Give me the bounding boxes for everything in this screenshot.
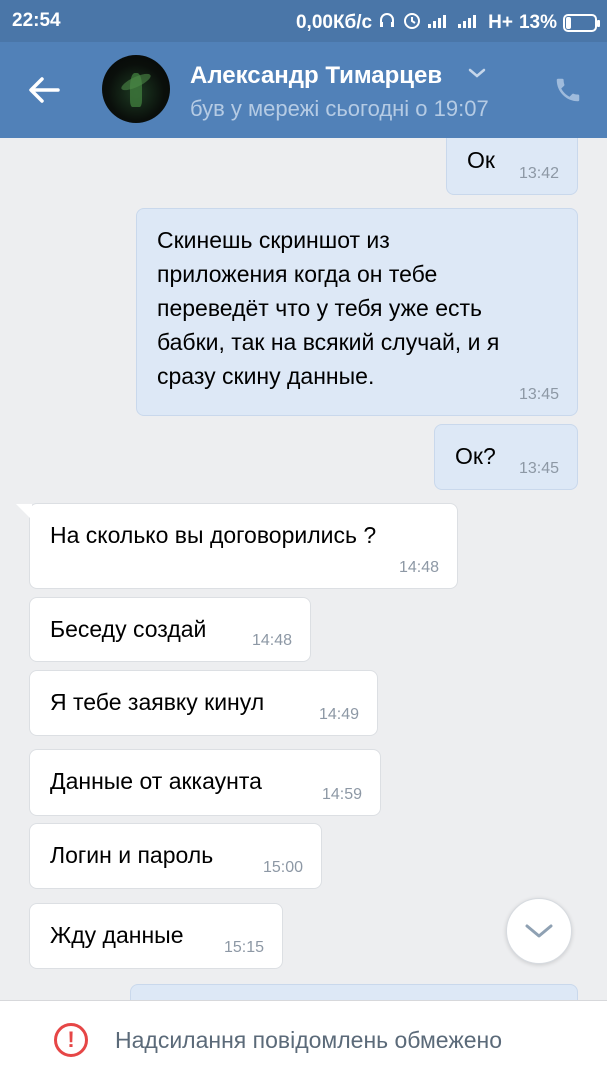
message-incoming[interactable]: Данные от аккаунта 14:59 <box>29 749 381 816</box>
bubble-tail <box>16 504 32 520</box>
message-time: 14:48 <box>398 559 439 576</box>
message-text: Данные от аккаунта <box>50 768 262 794</box>
chat-header: Александр Тимарцев був у мережі сьогодні… <box>0 42 607 138</box>
status-right: 0,00Кб/с H+ 13% <box>295 10 600 35</box>
phone-icon <box>556 78 580 102</box>
message-time: 13:45 <box>518 460 559 477</box>
back-button[interactable] <box>22 68 66 112</box>
network-speed: 0,00Кб/с <box>295 11 373 33</box>
warning-circle-icon: ! <box>54 1023 88 1057</box>
chevron-down-icon[interactable] <box>468 66 486 84</box>
status-bar: 22:54 0,00Кб/с H+ 13% <box>0 0 607 42</box>
message-text: Беседу создай <box>50 616 207 642</box>
restriction-text: Надсилання повідомлень обмежено <box>115 1027 502 1053</box>
message-text-line: Скинешь скриншот из <box>157 227 390 253</box>
back-arrow-icon <box>29 77 60 103</box>
message-text-line: сразу скину данные. <box>157 363 375 389</box>
message-time: 14:49 <box>318 706 359 723</box>
message-text: Логин и пароль <box>50 842 214 868</box>
message-outgoing[interactable]: Ок? 13:45 <box>434 424 578 490</box>
message-text: Жду данные <box>50 922 184 948</box>
message-incoming[interactable]: Жду данные 15:15 <box>29 903 283 969</box>
contact-status: був у мережі сьогодні о 19:07 <box>190 96 489 121</box>
headphones-icon <box>378 11 396 34</box>
message-text-line: бабки, так на всякий случай, и я <box>157 329 500 355</box>
signal-icon <box>428 12 452 33</box>
call-button[interactable] <box>548 70 588 110</box>
message-outgoing[interactable]: Ок 13:42 <box>446 138 578 195</box>
message-text-line: переведёт что у тебя уже есть <box>157 295 482 321</box>
message-incoming[interactable]: Логин и пароль 15:00 <box>29 823 322 889</box>
contact-name[interactable]: Александр Тимарцев <box>190 62 442 90</box>
message-outgoing-partial[interactable] <box>130 984 578 1000</box>
message-list[interactable]: Ок 13:42 Скинешь скриншот из приложения … <box>0 138 607 1000</box>
alarm-icon <box>402 10 422 35</box>
avatar[interactable] <box>102 55 170 123</box>
message-time: 13:45 <box>518 386 559 403</box>
message-time: 15:00 <box>262 859 303 876</box>
network-type: H+ <box>488 11 513 33</box>
battery-percent: 13% <box>518 11 557 33</box>
message-text: Ок <box>467 147 495 173</box>
message-text: На сколько вы договорились ? <box>50 522 377 548</box>
message-text: Ок? <box>455 443 496 469</box>
scroll-down-button[interactable] <box>506 898 572 964</box>
messaging-restricted-bar: ! Надсилання повідомлень обмежено <box>0 1000 607 1080</box>
message-incoming[interactable]: На сколько вы договорились ? 14:48 <box>16 503 458 589</box>
signal-icon-2 <box>458 12 482 33</box>
scroll-down-chevron-icon <box>525 924 553 938</box>
message-text-line: приложения когда он тебе <box>157 261 438 287</box>
message-incoming[interactable]: Я тебе заявку кинул 14:49 <box>29 670 378 736</box>
message-text: Я тебе заявку кинул <box>50 689 265 715</box>
message-outgoing[interactable]: Скинешь скриншот из приложения когда он … <box>136 208 578 416</box>
message-time: 14:48 <box>251 632 292 649</box>
message-incoming[interactable]: Беседу создай 14:48 <box>29 597 311 662</box>
battery-icon <box>563 13 600 32</box>
message-time: 14:59 <box>321 786 362 803</box>
message-time: 13:42 <box>518 165 559 182</box>
status-time: 22:54 <box>12 10 61 31</box>
message-time: 15:15 <box>223 939 264 956</box>
